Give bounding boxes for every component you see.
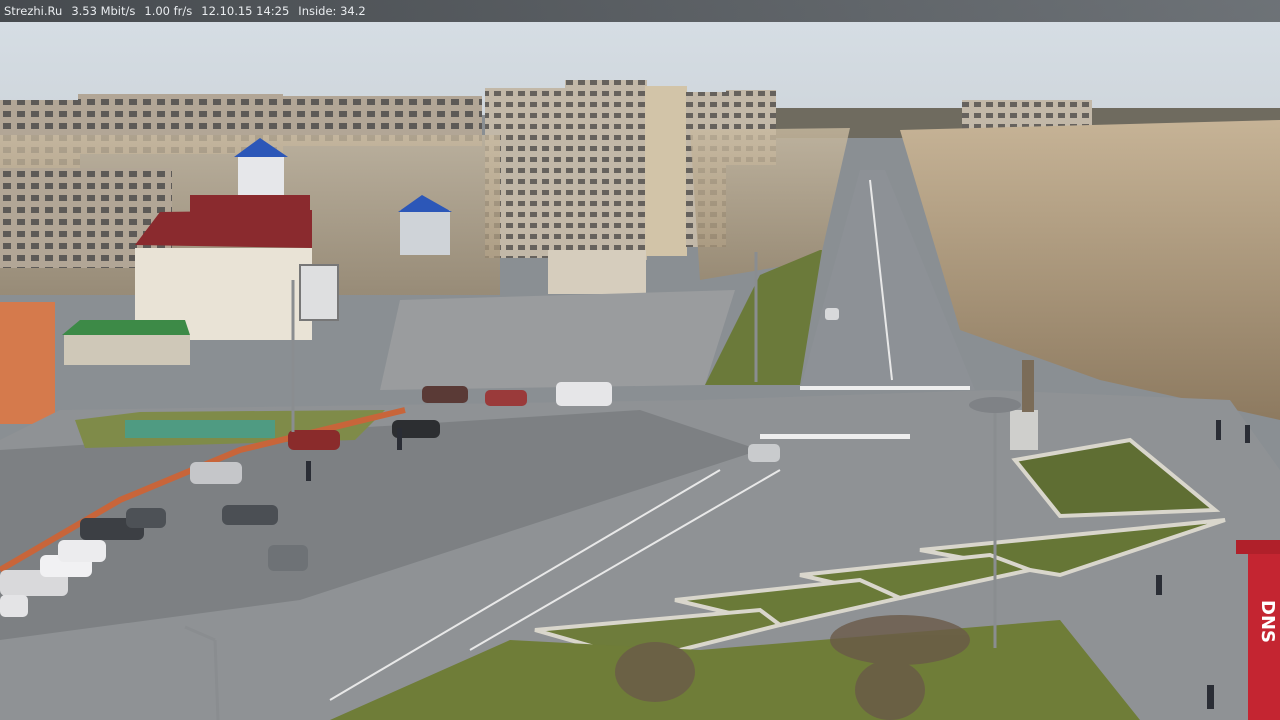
- dns-sign-text: DNS: [1257, 600, 1278, 643]
- datetime: 12.10.15 14:25: [201, 4, 290, 18]
- camera-info-overlay: Strezhi.Ru 3.53 Mbit/s 1.00 fr/s 12.10.1…: [0, 0, 1280, 22]
- camera-frame: DNS Strezhi.Ru 3.53 Mbit/s 1.00 fr/s 12.…: [0, 0, 1280, 720]
- pavilion-building: [548, 250, 646, 294]
- site-name: Strezhi.Ru: [4, 4, 63, 18]
- orange-building-left: [0, 302, 55, 424]
- inside-temperature: Inside: 34.2: [298, 4, 366, 18]
- green-roof-shop: [62, 320, 190, 335]
- birch-trees-center: [690, 128, 850, 280]
- street-scene: [0, 0, 1280, 720]
- red-roof-building: [135, 195, 312, 340]
- square-plaza: [380, 290, 735, 390]
- framerate: 1.00 fr/s: [144, 4, 193, 18]
- billboard: [299, 264, 339, 321]
- bitrate: 3.53 Mbit/s: [71, 4, 136, 18]
- sports-court: [125, 420, 275, 438]
